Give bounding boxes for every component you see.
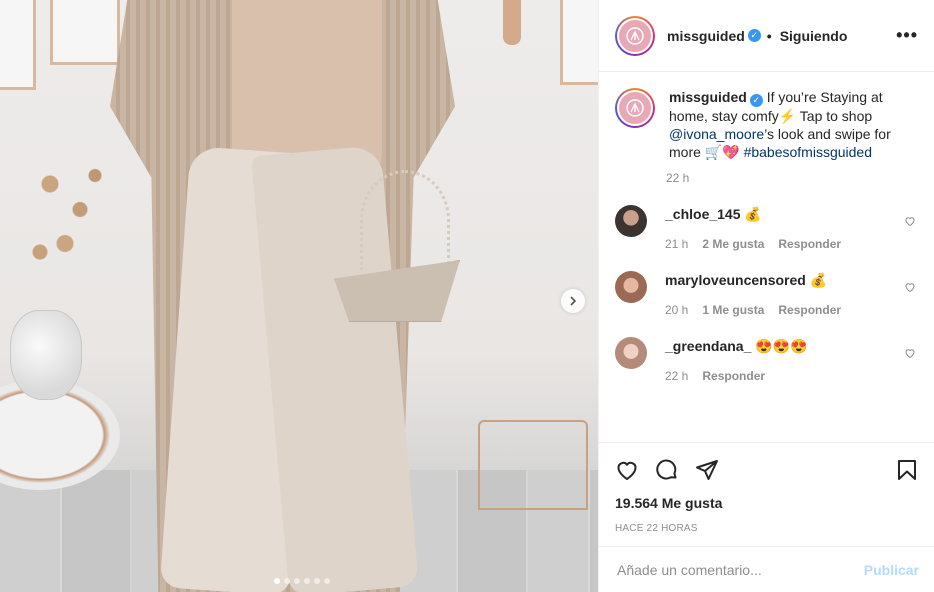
comment-input[interactable] — [617, 561, 864, 578]
post-actions — [615, 455, 919, 485]
brand-logo-icon — [617, 90, 653, 126]
author-username[interactable]: missguided — [667, 28, 745, 44]
wire-basket — [478, 420, 588, 510]
commenter-username[interactable]: _greendana_ — [665, 338, 751, 354]
mention-link[interactable]: @ivona_moore — [669, 126, 764, 142]
commenter-username[interactable]: maryloveuncensored — [665, 272, 806, 288]
caption-time: 22 h — [666, 171, 690, 185]
commenter-username[interactable]: _chloe_145 — [665, 206, 741, 222]
wall-frame-center — [50, 0, 120, 65]
hashtag-link[interactable]: #babesofmissguided — [744, 144, 872, 160]
commenter-avatar[interactable] — [615, 271, 647, 303]
bag-chain — [360, 170, 450, 270]
following-button[interactable]: Siguiendo — [780, 28, 848, 44]
more-options-icon[interactable]: ••• — [896, 25, 918, 46]
cart-heart-emoji: 🛒💖 — [704, 144, 740, 160]
glass-vase — [10, 310, 82, 400]
comment-time: 22 h — [665, 369, 689, 383]
post-side-panel: missguided ✓ • Siguiendo ••• missguided ✓… — [598, 0, 934, 592]
comment-item: maryloveuncensored 💰 20 h 1 Me gusta Res… — [615, 271, 918, 317]
like-comment-heart-icon[interactable] — [904, 215, 916, 227]
reply-button[interactable]: Responder — [778, 237, 841, 251]
reply-button[interactable]: Responder — [702, 369, 765, 383]
carousel-dot — [274, 578, 280, 584]
comments-list[interactable]: missguided ✓ If you’re Staying at home, s… — [599, 72, 934, 442]
share-paper-plane-icon[interactable] — [695, 458, 719, 482]
comment-bubble-icon[interactable] — [655, 458, 679, 482]
post-timestamp: HACE 22 HORAS — [615, 523, 698, 534]
post-action-bar: 19.564 Me gusta HACE 22 HORAS — [599, 442, 934, 534]
caption-body-2: Tap to shop — [799, 108, 873, 124]
commenter-avatar[interactable] — [615, 337, 647, 369]
comment-item: _greendana_ 😍😍😍 22 h Responder — [615, 337, 918, 383]
separator-dot: • — [766, 27, 772, 44]
reply-button[interactable]: Responder — [778, 303, 841, 317]
carousel-dots — [274, 578, 330, 584]
comment-likes[interactable]: 2 Me gusta — [702, 237, 764, 251]
chevron-right-icon — [570, 296, 577, 306]
add-comment-form: Publicar — [599, 546, 934, 592]
commenter-avatar[interactable] — [615, 205, 647, 237]
verified-badge-icon: ✓ — [749, 94, 763, 107]
pampas-grass — [20, 150, 120, 320]
comment-text: 💰 — [744, 206, 762, 222]
comment-time: 21 h — [665, 237, 689, 251]
comment-text: 💰 — [809, 272, 828, 288]
author-avatar[interactable] — [615, 15, 655, 56]
comment-likes[interactable]: 1 Me gusta — [702, 303, 764, 317]
carousel-dot — [314, 578, 320, 584]
carousel-dot — [304, 578, 310, 584]
publish-button[interactable]: Publicar — [864, 562, 919, 578]
like-comment-heart-icon[interactable] — [904, 281, 916, 293]
lamp — [503, 0, 521, 45]
caption-author-avatar[interactable] — [615, 88, 655, 128]
like-comment-heart-icon[interactable] — [904, 347, 916, 359]
wall-frame-left — [0, 0, 36, 90]
verified-badge-icon: ✓ — [747, 29, 761, 42]
carousel-next-button[interactable] — [561, 289, 585, 313]
save-bookmark-icon[interactable] — [895, 458, 919, 482]
post-header: missguided ✓ • Siguiendo ••• — [599, 0, 934, 72]
likes-count[interactable]: 19.564 Me gusta — [615, 495, 919, 511]
post-photo[interactable] — [0, 0, 598, 592]
comment-time: 20 h — [665, 303, 689, 317]
comment-item: _chloe_145 💰 21 h 2 Me gusta Responder — [615, 205, 918, 251]
caption-username[interactable]: missguided — [669, 89, 747, 105]
carousel-dot — [324, 578, 330, 584]
carousel-dot — [294, 578, 300, 584]
caption-text: missguided ✓ If you’re Staying at home, s… — [669, 88, 904, 161]
brand-logo-icon — [617, 17, 653, 54]
like-heart-icon[interactable] — [615, 458, 639, 482]
caption: missguided ✓ If you’re Staying at home, s… — [615, 88, 918, 161]
wall-frame-right — [560, 0, 598, 85]
lightning-emoji: ⚡ — [778, 108, 797, 124]
comment-text: 😍😍😍 — [755, 338, 808, 354]
carousel-dot — [284, 578, 290, 584]
